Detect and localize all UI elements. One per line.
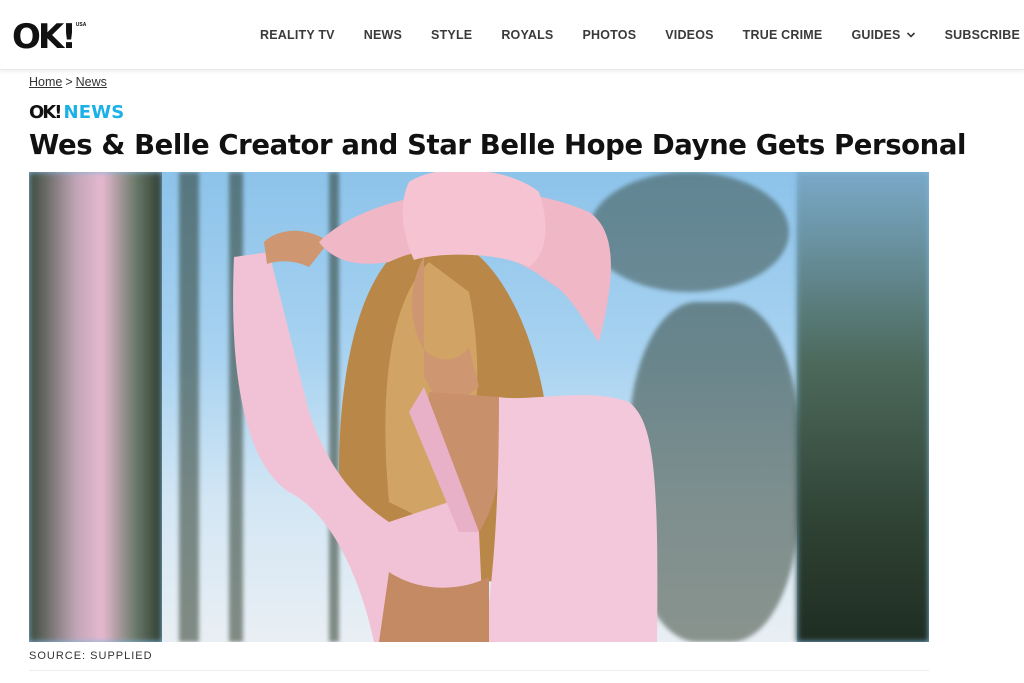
site-header: OK! USA REALITY TV NEWS STYLE ROYALS PHO…	[0, 0, 1024, 70]
breadcrumb-separator: >	[65, 75, 73, 89]
nav-label: REALITY TV	[260, 28, 335, 42]
nav-item-guides[interactable]: GUIDES	[851, 28, 915, 42]
main-nav: REALITY TV NEWS STYLE ROYALS PHOTOS VIDE…	[260, 26, 1020, 44]
breadcrumb-news-link[interactable]: News	[76, 75, 107, 89]
nav-label: VIDEOS	[665, 28, 714, 42]
section-tag-logo: OK!	[29, 102, 62, 123]
nav-label: ROYALS	[501, 28, 554, 42]
section-tag[interactable]: OK! NEWS	[29, 102, 124, 124]
nav-label: STYLE	[431, 28, 473, 42]
nav-label: GUIDES	[851, 28, 901, 42]
chevron-down-icon	[906, 32, 915, 38]
nav-label: PHOTOS	[582, 28, 637, 42]
nav-label: SUBSCRIBE	[944, 28, 1020, 42]
nav-label: NEWS	[363, 28, 403, 42]
ok-logo[interactable]: OK! USA	[12, 19, 86, 55]
woman-in-pink-cowboy-hat-photo	[233, 172, 658, 642]
nav-item-photos[interactable]: PHOTOS	[582, 28, 636, 42]
hero-image	[29, 172, 929, 642]
nav-item-videos[interactable]: VIDEOS	[665, 28, 713, 42]
nav-item-subscribe[interactable]: SUBSCRIBE	[945, 28, 1020, 42]
nav-item-style[interactable]: STYLE	[431, 28, 472, 42]
nav-item-royals[interactable]: ROYALS	[501, 28, 553, 42]
nav-label: TRUE CRIME	[742, 28, 823, 42]
logo-text: OK!	[12, 17, 77, 57]
caption-divider	[29, 670, 929, 671]
nav-item-news[interactable]: NEWS	[364, 28, 402, 42]
section-tag-name: NEWS	[63, 102, 125, 123]
logo-tm: USA	[75, 22, 87, 28]
breadcrumb-home-link[interactable]: Home	[29, 75, 62, 89]
nav-item-reality-tv[interactable]: REALITY TV	[260, 28, 335, 42]
article-headline: Wes & Belle Creator and Star Belle Hope …	[29, 129, 967, 161]
nav-item-true-crime[interactable]: TRUE CRIME	[743, 28, 823, 42]
image-caption: SOURCE: SUPPLIED	[29, 650, 153, 662]
breadcrumb: Home > News	[29, 75, 107, 89]
